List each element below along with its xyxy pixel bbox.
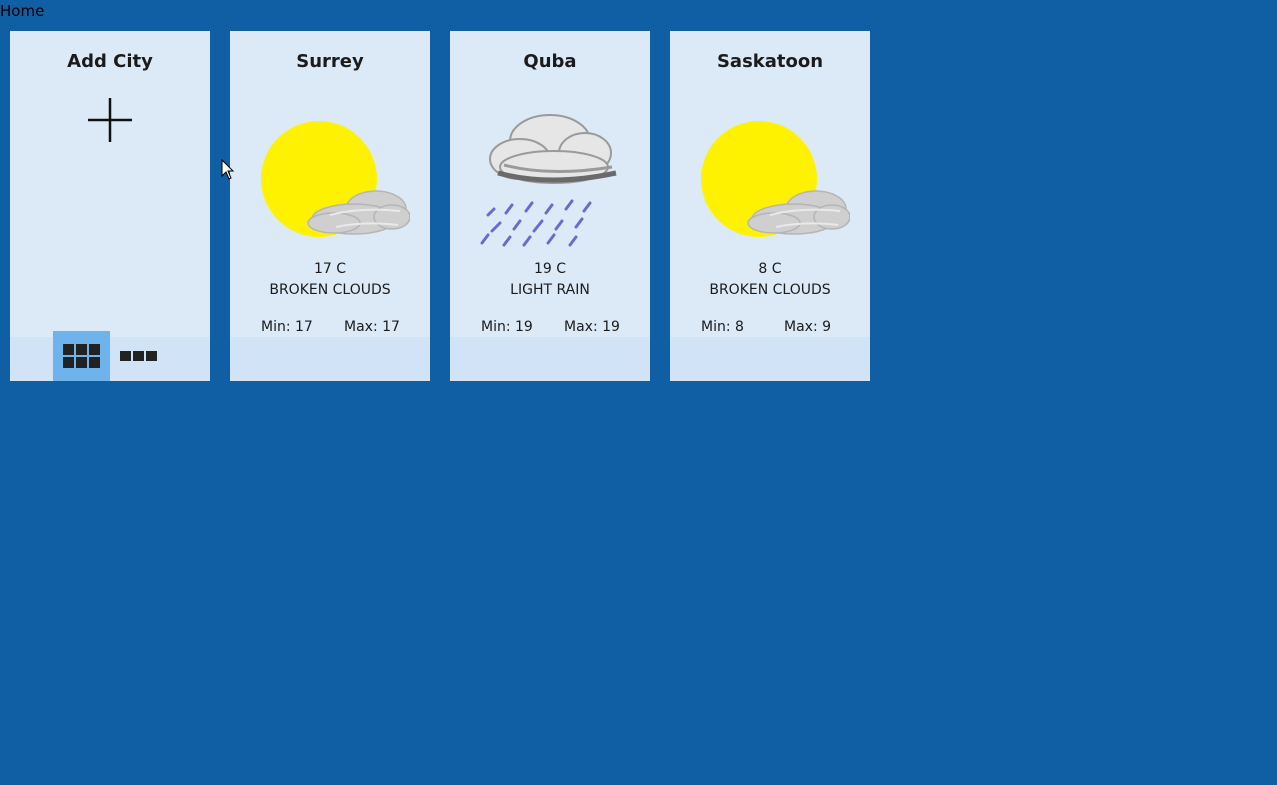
page-title: Home: [0, 2, 45, 20]
add-city-card[interactable]: Add City: [10, 31, 210, 381]
city-name: Saskatoon: [716, 51, 824, 72]
max-temp: Max: 9: [784, 319, 832, 335]
max-temp: Max: 19: [564, 319, 620, 335]
weather-description: BROKEN CLOUDS: [269, 282, 391, 298]
list-view-button[interactable]: [110, 331, 167, 381]
rain-cloud-icon: [480, 114, 617, 247]
min-temp: Min: 8: [701, 319, 744, 335]
weather-description: BROKEN CLOUDS: [709, 282, 831, 298]
min-temp: Min: 17: [261, 319, 313, 335]
temperature: 17 C: [313, 261, 347, 277]
card-footer: [670, 337, 870, 381]
sun-cloud-icon: [261, 121, 410, 237]
grid-icon: [62, 344, 100, 368]
plus-icon[interactable]: [86, 96, 134, 144]
temperature: 19 C: [533, 261, 567, 277]
weather-description: LIGHT RAIN: [510, 282, 590, 298]
temperature: 8 C: [758, 261, 782, 277]
card-footer: [450, 337, 650, 381]
grid-view-button[interactable]: [53, 331, 110, 381]
min-temp: Min: 19: [481, 319, 533, 335]
list-icon: [119, 351, 157, 361]
view-toggle: [53, 331, 167, 381]
city-card-quba[interactable]: Quba 19 C LIGHT RAIN Min: 19 Max: 19: [450, 31, 650, 381]
city-name: Quba: [523, 51, 577, 72]
add-city-title: Add City: [67, 51, 153, 72]
max-temp: Max: 17: [344, 319, 400, 335]
city-card-surrey[interactable]: Surrey 17 C BROKEN CLOUDS Min: 17 Max: 1…: [230, 31, 430, 381]
mouse-cursor-icon: [221, 159, 235, 180]
city-name: Surrey: [296, 51, 364, 72]
card-footer: [230, 337, 430, 381]
city-card-saskatoon[interactable]: Saskatoon 8 C BROKEN CLOUDS Min: 8 Max: …: [670, 31, 870, 381]
sun-cloud-icon: [701, 121, 850, 237]
